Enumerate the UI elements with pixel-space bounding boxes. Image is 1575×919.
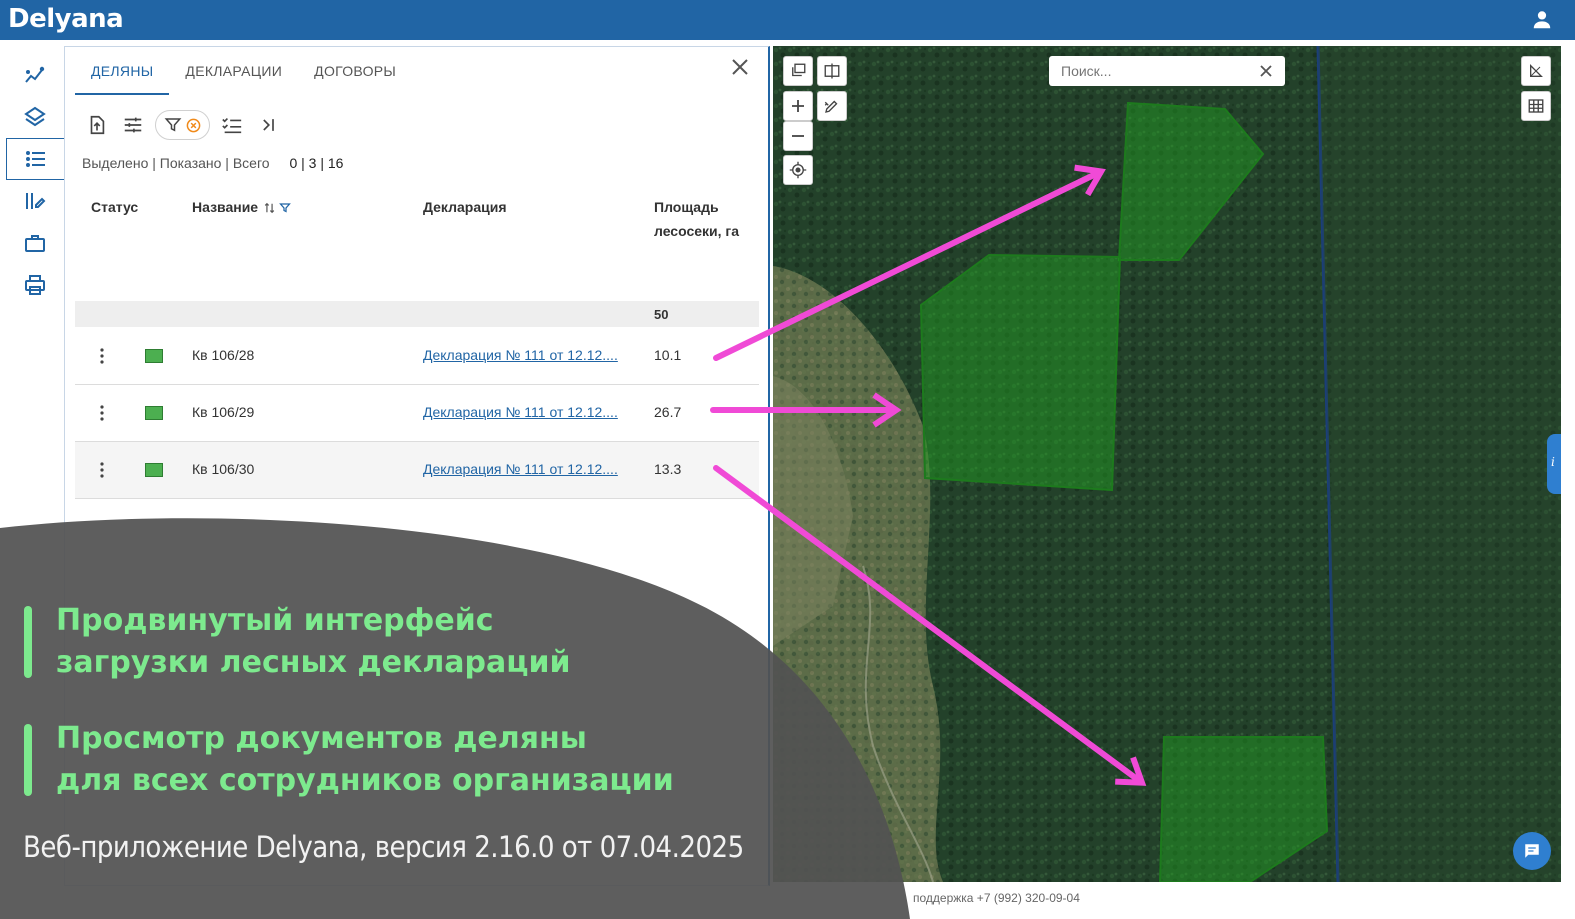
plus-icon [792,100,804,112]
locate-button[interactable] [783,155,813,185]
compare-icon [824,63,840,79]
more-vert-icon[interactable] [99,462,105,478]
table-row[interactable]: Кв 106/28 Декларация № 111 от 12.12.... … [75,328,759,385]
collapse-button[interactable] [250,109,286,141]
clear-search-icon[interactable] [1259,64,1273,78]
rail-item-sort-edit[interactable] [6,180,64,222]
column-status[interactable]: Статус [91,195,138,219]
tab-declarations[interactable]: ДЕКЛАРАЦИИ [169,47,298,95]
checklist-icon [222,117,242,134]
locate-icon [789,161,807,179]
zoom-out-button[interactable] [783,121,813,151]
print-icon [25,275,45,295]
user-icon[interactable] [1531,9,1553,31]
app-logo[interactable]: Delyana [8,4,124,34]
column-filter-icon[interactable] [278,202,291,214]
more-vert-icon[interactable] [99,405,105,421]
briefcase-icon [25,235,45,252]
sort-icon[interactable] [264,202,275,214]
counts-label: Выделено | Показано | Всего [82,155,270,171]
chat-icon [1525,844,1539,858]
draw-edit-icon [824,100,838,113]
copy-layers-icon [792,63,806,77]
close-icon[interactable] [730,57,750,77]
rail-item-analytics[interactable] [6,54,64,96]
column-area[interactable]: Площадь лесосеки, га [654,195,739,243]
plot-name: Кв 106/28 [192,347,255,363]
collapse-icon [263,119,274,131]
more-vert-icon[interactable] [99,348,105,364]
layers-icon [24,106,46,127]
upload-icon [90,115,105,135]
rail-item-print[interactable] [6,264,64,306]
panel-toolbar [79,109,286,141]
zoom-in-button[interactable] [783,91,813,121]
footer: поддержка +7 (992) 320-09-04 [470,888,1560,908]
minus-icon [792,135,804,137]
plot-name: Кв 106/30 [192,461,255,477]
layers-toggle-button[interactable] [783,56,813,86]
upload-button[interactable] [79,109,115,141]
column-area-line1: Площадь [654,199,719,215]
sort-edit-icon [26,193,46,209]
select-button[interactable] [214,109,250,141]
status-swatch [145,463,163,477]
tab-contracts[interactable]: ДОГОВОРЫ [298,47,412,95]
total-area: 50 [654,307,669,322]
declaration-link[interactable]: Декларация № 111 от 12.12.... [423,404,618,420]
map-search-input[interactable] [1061,63,1241,79]
column-name[interactable]: Название [192,195,291,219]
satellite-imagery[interactable] [773,46,1561,882]
table-row[interactable]: Кв 106/29 Декларация № 111 от 12.12.... … [75,385,759,442]
analytics-icon [25,66,45,83]
table-header: Статус Название Декларация Площадь лесос… [75,187,759,301]
declaration-link[interactable]: Декларация № 111 от 12.12.... [423,347,618,363]
sliders-icon [124,117,142,133]
plot-polygon-106-29[interactable] [919,253,1122,492]
plot-area: 10.1 [654,347,682,363]
counts-values: 0 | 3 | 16 [289,155,344,171]
status-swatch [145,406,163,420]
compare-button[interactable] [817,56,847,86]
filter-icon [164,118,182,132]
info-side-tab[interactable]: i [1547,434,1561,494]
left-rail [0,40,64,919]
grid-table-icon [1528,99,1544,113]
measure-angle-icon [1530,64,1543,77]
info-side-tab-label: i [1551,455,1555,469]
edit-draw-button[interactable] [817,91,847,121]
support-phone: поддержка +7 (992) 320-09-04 [913,891,1080,905]
settings-button[interactable] [115,109,151,141]
clear-filter-icon[interactable] [186,118,201,133]
tab-plots[interactable]: ДЕЛЯНЫ [75,47,170,95]
map-search[interactable] [1049,56,1285,86]
map-view[interactable]: i [773,46,1561,882]
plot-area: 26.7 [654,404,682,420]
panel-tabs: ДЕЛЯНЫ ДЕКЛАРАЦИИ ДОГОВОРЫ [75,47,412,95]
total-row: 50 [75,301,759,327]
column-name-label: Название [192,199,259,215]
chat-button[interactable] [1513,832,1551,870]
plot-area: 13.3 [654,461,682,477]
top-bar: Delyana [0,0,1575,40]
selection-counts: Выделено | Показано | Всего 0 | 3 | 16 [82,155,343,171]
table-row[interactable]: Кв 106/30 Декларация № 111 от 12.12.... … [75,442,759,499]
plots-panel: ДЕЛЯНЫ ДЕКЛАРАЦИИ ДОГОВОРЫ Выделено | По… [64,46,770,886]
status-swatch [145,349,163,363]
measure-button[interactable] [1521,56,1551,86]
basemap-button[interactable] [1521,91,1551,121]
rail-item-list[interactable] [6,138,64,180]
list-icon [25,151,45,167]
plot-name: Кв 106/29 [192,404,255,420]
declaration-link[interactable]: Декларация № 111 от 12.12.... [423,461,618,477]
filter-button[interactable] [155,110,210,140]
rail-item-briefcase[interactable] [6,222,64,264]
column-area-line2: лесосеки, га [654,223,740,239]
column-declaration[interactable]: Декларация [423,195,507,219]
rail-item-layers[interactable] [6,96,64,138]
